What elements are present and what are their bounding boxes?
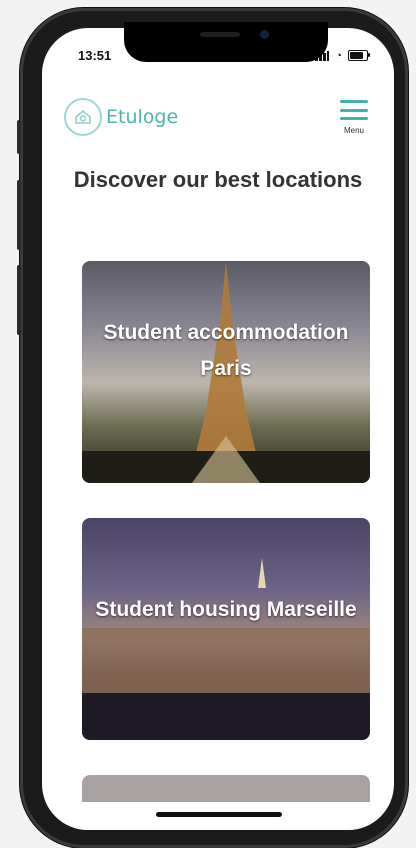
location-card-paris[interactable]: Student accommodation Paris (82, 261, 370, 483)
house-icon (64, 98, 102, 136)
speaker-icon (200, 32, 240, 37)
screen: 13:51 ◔ Etuloge Menu Discover our best l… (42, 28, 394, 830)
logo-text: Etuloge (106, 106, 179, 128)
card-label: Student housing Marseille (95, 598, 357, 621)
battery-icon (348, 50, 370, 61)
hamburger-icon (340, 100, 368, 120)
wifi-icon: ◔ (335, 49, 342, 62)
location-card-marseille[interactable]: Student housing Marseille (82, 518, 370, 740)
volume-down-button (17, 265, 21, 335)
logo[interactable]: Etuloge (64, 98, 178, 136)
card-label: Student accommodation Paris (103, 321, 349, 380)
marseille-harbor-image (82, 558, 370, 740)
home-indicator[interactable] (156, 812, 282, 817)
page-title: Discover our best locations (73, 167, 363, 192)
site-header: Etuloge Menu (64, 96, 374, 146)
mute-switch (17, 120, 21, 154)
menu-button[interactable]: Menu (334, 96, 374, 135)
volume-up-button (17, 180, 21, 250)
notch (124, 22, 328, 62)
camera-icon (260, 30, 269, 39)
menu-label: Menu (343, 126, 364, 135)
status-time: 13:51 (78, 48, 112, 63)
